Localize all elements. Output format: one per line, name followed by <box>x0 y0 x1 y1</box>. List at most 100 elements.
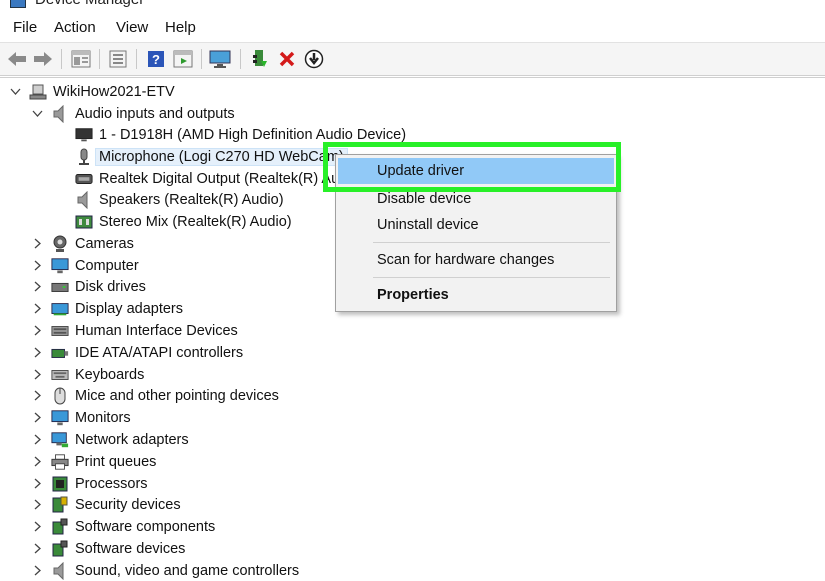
menu-item-properties[interactable]: Properties <box>338 282 614 308</box>
chevron-right-icon[interactable] <box>31 434 43 446</box>
context-menu: Update driver Disable device Uninstall d… <box>335 154 617 312</box>
tree-category-print-queues[interactable]: Print queues <box>31 451 156 472</box>
toolbar-separator <box>136 49 137 69</box>
speaker-icon <box>51 104 69 123</box>
tree-category-software-components[interactable]: Software components <box>31 516 215 537</box>
svg-text:?: ? <box>152 52 160 67</box>
chevron-right-icon[interactable] <box>31 521 43 533</box>
tree-device[interactable]: Stereo Mix (Realtek(R) Audio) <box>55 211 292 232</box>
menu-item-uninstall-device[interactable]: Uninstall device <box>338 212 614 238</box>
menu-item-scan-hardware[interactable]: Scan for hardware changes <box>338 247 614 273</box>
toolbar-separator <box>240 49 241 69</box>
menu-item-update-driver[interactable]: Update driver <box>338 158 614 184</box>
menu-help[interactable]: Help <box>165 19 196 36</box>
chevron-right-icon[interactable] <box>31 456 43 468</box>
toolbar-separator <box>61 49 62 69</box>
scan-monitor-icon[interactable] <box>209 48 231 70</box>
menu-separator <box>373 277 610 278</box>
security-device-icon <box>51 496 69 514</box>
tree-category-label: Mice and other pointing devices <box>75 387 279 404</box>
tree-category-label: Keyboards <box>75 366 145 383</box>
chevron-right-icon[interactable] <box>31 478 43 490</box>
tree-category-software-devices[interactable]: Software devices <box>31 538 185 559</box>
chevron-right-icon[interactable] <box>31 499 43 511</box>
tree-category-label: Audio inputs and outputs <box>75 105 235 122</box>
chevron-down-icon[interactable] <box>31 108 43 120</box>
menu-item-disable-device[interactable]: Disable device <box>338 186 614 212</box>
tree-category-label: Software components <box>75 518 216 535</box>
toolbar-separator <box>201 49 202 69</box>
toolbar-separator <box>99 49 100 69</box>
chevron-right-icon[interactable] <box>31 369 43 381</box>
help-icon[interactable]: ? <box>145 48 167 70</box>
tree-category-label: Disk drives <box>75 278 146 295</box>
tree-device-label: Realtek Digital Output (Realtek(R) Audio… <box>99 170 364 187</box>
menu-view[interactable]: View <box>116 19 148 36</box>
tree-root-label: WikiHow2021-ETV <box>53 83 175 100</box>
speaker-icon <box>75 190 93 209</box>
menu-file[interactable]: File <box>13 19 37 36</box>
computer-icon <box>29 83 47 101</box>
enable-driver-icon[interactable] <box>249 48 271 70</box>
tree-category-disk-drives[interactable]: Disk drives <box>31 276 146 297</box>
tree-category-sound-video[interactable]: Sound, video and game controllers <box>31 560 299 581</box>
menu-bar: File Action View Help <box>0 14 825 42</box>
tree-category-audio[interactable]: Audio inputs and outputs <box>31 103 235 124</box>
tree-device-label: Speakers (Realtek(R) Audio) <box>99 191 284 208</box>
disk-drive-icon <box>51 278 69 296</box>
tree-category-security[interactable]: Security devices <box>31 494 181 515</box>
tree-category-keyboards[interactable]: Keyboards <box>31 364 144 385</box>
tree-device[interactable]: Speakers (Realtek(R) Audio) <box>55 189 284 210</box>
network-adapter-icon <box>51 431 69 449</box>
tree-device-label: Stereo Mix (Realtek(R) Audio) <box>99 213 292 230</box>
tree-category-monitors[interactable]: Monitors <box>31 407 131 428</box>
download-driver-icon[interactable] <box>303 48 325 70</box>
menu-separator <box>373 242 610 243</box>
device-list-icon[interactable] <box>107 48 129 70</box>
chevron-right-icon[interactable] <box>31 412 43 424</box>
digital-output-icon <box>75 170 93 188</box>
chevron-down-icon[interactable] <box>9 86 21 98</box>
tree-category-ide[interactable]: IDE ATA/ATAPI controllers <box>31 342 243 363</box>
forward-arrow-icon[interactable] <box>32 48 54 70</box>
window-title: Device Manager <box>35 0 144 8</box>
tree-category-display-adapters[interactable]: Display adapters <box>31 298 183 319</box>
tree-category-label: Security devices <box>75 496 181 513</box>
tree-category-hid[interactable]: Human Interface Devices <box>31 320 238 341</box>
speaker-icon <box>51 561 69 580</box>
tree-category-processors[interactable]: Processors <box>31 473 148 494</box>
tree-category-label: Sound, video and game controllers <box>75 562 300 579</box>
monitor-icon <box>51 257 69 275</box>
menu-action[interactable]: Action <box>54 19 96 36</box>
tree-category-cameras[interactable]: Cameras <box>31 233 134 254</box>
title-bar: Device Manager <box>0 0 825 10</box>
chevron-right-icon[interactable] <box>31 281 43 293</box>
chevron-right-icon[interactable] <box>31 347 43 359</box>
update-view-icon[interactable] <box>172 48 194 70</box>
tree-category-label: Display adapters <box>75 300 183 317</box>
chevron-right-icon[interactable] <box>31 390 43 402</box>
monitor-icon <box>75 126 93 144</box>
properties-view-icon[interactable] <box>70 48 92 70</box>
device-manager-icon <box>10 0 26 8</box>
tree-category-network[interactable]: Network adapters <box>31 429 189 450</box>
uninstall-x-icon[interactable] <box>276 48 298 70</box>
tree-category-computer[interactable]: Computer <box>31 255 139 276</box>
mouse-icon <box>51 387 69 405</box>
chevron-right-icon[interactable] <box>31 238 43 250</box>
chevron-right-icon[interactable] <box>31 325 43 337</box>
tree-device-label: 1 - D1918H (AMD High Definition Audio De… <box>99 126 407 143</box>
tree-device-selected[interactable]: Microphone (Logi C270 HD WebCam) <box>55 146 348 167</box>
chevron-right-icon[interactable] <box>31 543 43 555</box>
tree-category-label: Network adapters <box>75 431 189 448</box>
tree-device[interactable]: Realtek Digital Output (Realtek(R) Audio… <box>55 168 363 189</box>
tree-device-label: Microphone (Logi C270 HD WebCam) <box>95 147 348 166</box>
tree-device[interactable]: 1 - D1918H (AMD High Definition Audio De… <box>55 124 406 145</box>
chevron-right-icon[interactable] <box>31 303 43 315</box>
chevron-right-icon[interactable] <box>31 260 43 272</box>
software-device-icon <box>51 540 69 558</box>
ide-controller-icon <box>51 344 69 362</box>
back-arrow-icon[interactable] <box>6 48 28 70</box>
tree-category-mice[interactable]: Mice and other pointing devices <box>31 385 279 406</box>
tree-root[interactable]: WikiHow2021-ETV <box>9 81 175 102</box>
